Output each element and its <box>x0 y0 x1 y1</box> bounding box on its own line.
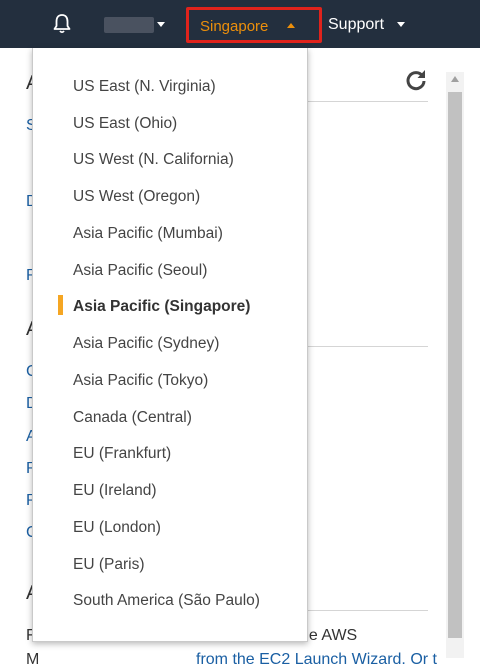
account-menu-button[interactable] <box>104 17 154 33</box>
scrollbar-thumb[interactable] <box>448 92 462 638</box>
scroll-up-arrow-icon[interactable] <box>451 76 459 82</box>
section-divider <box>308 346 428 347</box>
region-option-label: US East (N. Virginia) <box>73 78 216 95</box>
selected-region-marker <box>58 295 63 315</box>
region-option-eu-west-2[interactable]: EU (London) <box>33 515 307 543</box>
support-chevron-down-icon[interactable] <box>397 22 405 27</box>
region-option-eu-west-3[interactable]: EU (Paris) <box>33 552 307 580</box>
notifications-bell-icon[interactable] <box>50 12 74 36</box>
region-option-label: Asia Pacific (Sydney) <box>73 335 220 352</box>
region-option-ca-central-1[interactable]: Canada (Central) <box>33 405 307 433</box>
region-option-label: Canada (Central) <box>73 409 192 426</box>
region-option-us-east-2[interactable]: US East (Ohio) <box>33 111 307 139</box>
body-text-fragment: M <box>26 651 40 668</box>
region-option-ap-northeast-1[interactable]: Asia Pacific (Tokyo) <box>33 368 307 396</box>
region-option-us-east-1[interactable]: US East (N. Virginia) <box>33 74 307 102</box>
region-option-label: Asia Pacific (Seoul) <box>73 262 208 279</box>
region-option-label: Asia Pacific (Singapore) <box>73 298 251 315</box>
support-menu-button[interactable]: Support <box>328 16 384 34</box>
region-dropdown-menu: US East (N. Virginia) US East (Ohio) US … <box>32 48 308 642</box>
region-option-label: Asia Pacific (Tokyo) <box>73 372 209 389</box>
region-option-label: EU (Frankfurt) <box>73 445 172 462</box>
region-option-label: EU (Ireland) <box>73 482 157 499</box>
region-selector-label: Singapore <box>200 18 269 35</box>
region-option-label: EU (London) <box>73 519 161 536</box>
region-option-label: US West (N. California) <box>73 151 234 168</box>
region-option-label: South America (São Paulo) <box>73 592 260 609</box>
region-option-us-west-1[interactable]: US West (N. California) <box>33 147 307 175</box>
region-option-ap-southeast-1[interactable]: Asia Pacific (Singapore) <box>33 294 307 322</box>
body-text-fragment: ne AWS <box>300 627 358 644</box>
region-option-label: EU (Paris) <box>73 556 145 573</box>
region-option-label: Asia Pacific (Mumbai) <box>73 225 223 242</box>
region-option-sa-east-1[interactable]: South America (São Paulo) <box>33 588 307 616</box>
top-navigation-bar: Singapore Support <box>0 0 480 48</box>
region-option-label: US West (Oregon) <box>73 188 201 205</box>
region-option-eu-central-1[interactable]: EU (Frankfurt) <box>33 441 307 469</box>
region-option-us-west-2[interactable]: US West (Oregon) <box>33 184 307 212</box>
region-option-ap-south-1[interactable]: Asia Pacific (Mumbai) <box>33 221 307 249</box>
region-option-ap-southeast-2[interactable]: Asia Pacific (Sydney) <box>33 331 307 359</box>
section-divider <box>308 101 428 102</box>
region-option-ap-northeast-2[interactable]: Asia Pacific (Seoul) <box>33 258 307 286</box>
region-selector-button[interactable]: Singapore <box>186 7 322 43</box>
region-chevron-up-icon <box>287 23 295 28</box>
region-option-eu-west-1[interactable]: EU (Ireland) <box>33 478 307 506</box>
body-text-fragment: from the EC2 Launch Wizard. Or t <box>196 651 437 668</box>
vertical-scrollbar[interactable] <box>446 72 464 658</box>
refresh-icon[interactable] <box>404 68 428 92</box>
section-divider <box>308 610 428 611</box>
account-chevron-down-icon[interactable] <box>157 22 165 27</box>
region-option-label: US East (Ohio) <box>73 115 178 132</box>
